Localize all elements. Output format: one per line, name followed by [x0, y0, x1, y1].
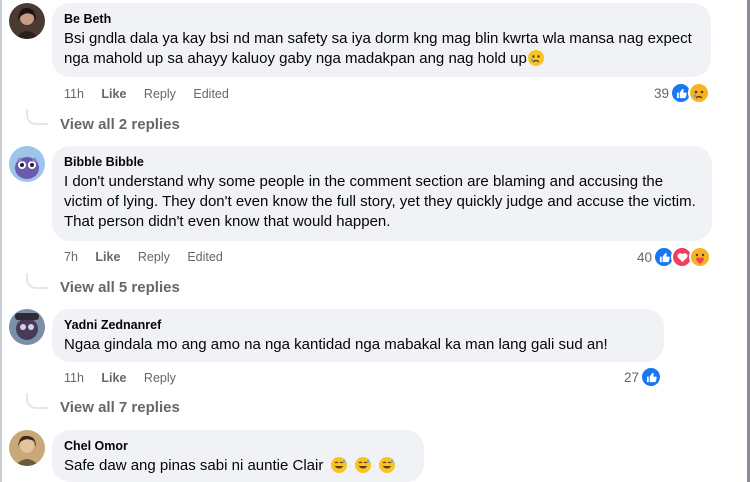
grinning-sweat-emoji [379, 457, 396, 473]
comment-time[interactable]: 11h [64, 370, 84, 386]
edited-label[interactable]: Edited [187, 249, 222, 265]
sad-face-emoji [527, 50, 544, 66]
comment-actions: 11h Like Reply [64, 370, 190, 386]
thread-connector [26, 273, 48, 289]
comment-author[interactable]: Chel Omor [64, 438, 412, 454]
comment-author[interactable]: Yadni Zednanref [64, 317, 652, 333]
grinning-sweat-emoji [355, 457, 372, 473]
like-icon [640, 366, 663, 388]
reaction-summary[interactable]: 39 [654, 82, 711, 104]
comment-text: Bsi gndla dala ya kay bsi nd man safety … [64, 29, 699, 69]
reaction-summary[interactable]: 27 [624, 366, 663, 388]
avatar[interactable] [9, 146, 45, 182]
comment-actions: 7h Like Reply Edited [64, 249, 237, 265]
reply-button[interactable]: Reply [144, 370, 176, 386]
comment-bubble: Bibble Bibble I don't understand why som… [52, 146, 712, 241]
reply-button[interactable]: Reply [144, 86, 176, 102]
comment-text: I don't understand why some people in th… [64, 173, 696, 230]
reply-button[interactable]: Reply [138, 249, 170, 265]
comment-bubble: Chel Omor Safe daw ang pinas sabi ni aun… [52, 430, 424, 482]
grinning-sweat-emoji [331, 457, 348, 473]
care-icon [689, 246, 712, 268]
avatar[interactable] [9, 309, 45, 345]
comment-text-body: Safe daw ang pinas sabi ni auntie Clair [64, 457, 324, 474]
comment-actions: 11h Like Reply Edited [64, 86, 243, 102]
like-button[interactable]: Like [101, 370, 126, 386]
avatar[interactable] [9, 3, 45, 39]
comment-author[interactable]: Bibble Bibble [64, 154, 700, 170]
comment-bubble: Be Beth Bsi gndla dala ya kay bsi nd man… [52, 3, 711, 77]
comment-text-body: Bsi gndla dala ya kay bsi nd man safety … [64, 30, 692, 67]
thread-connector [26, 109, 48, 125]
window-left-border [0, 0, 2, 482]
thread-connector [26, 393, 48, 409]
comment-text: Safe daw ang pinas sabi ni auntie Clair [64, 456, 412, 476]
comment-time[interactable]: 7h [64, 249, 78, 265]
view-replies-button[interactable]: View all 2 replies [60, 115, 180, 135]
view-replies-button[interactable]: View all 7 replies [60, 398, 180, 418]
comment-text: Ngaa gindala mo ang amo na nga kantidad … [64, 336, 608, 353]
comment-bubble: Yadni Zednanref Ngaa gindala mo ang amo … [52, 309, 664, 362]
like-button[interactable]: Like [101, 86, 126, 102]
reaction-count: 39 [654, 85, 670, 101]
reaction-summary[interactable]: 40 [637, 246, 712, 268]
reaction-count: 40 [637, 249, 653, 265]
edited-label[interactable]: Edited [193, 86, 228, 102]
sad-icon [688, 82, 711, 104]
view-replies-button[interactable]: View all 5 replies [60, 278, 180, 298]
avatar[interactable] [9, 430, 45, 466]
reaction-count: 27 [624, 369, 640, 385]
comment-author[interactable]: Be Beth [64, 11, 699, 27]
comment-time[interactable]: 11h [64, 86, 84, 102]
like-button[interactable]: Like [95, 249, 120, 265]
